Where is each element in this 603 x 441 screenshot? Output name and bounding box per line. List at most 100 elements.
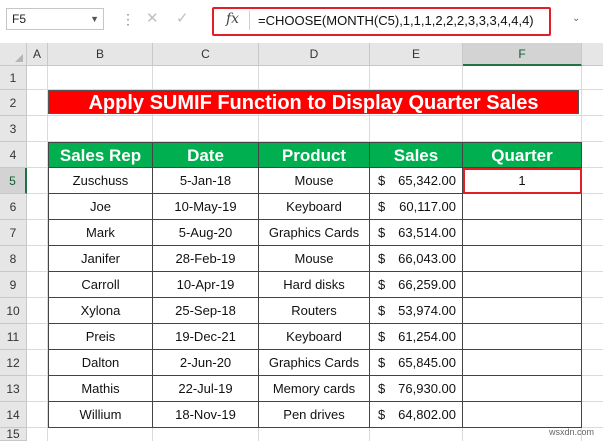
cell-date[interactable]: 10-May-19	[153, 194, 259, 220]
row-header-13[interactable]: 13	[0, 376, 27, 402]
sales-amount: 64,802.00	[398, 407, 456, 422]
sales-amount: 66,043.00	[398, 251, 456, 266]
cell-sales[interactable]: $61,254.00	[370, 324, 463, 350]
vertical-dots-icon[interactable]: ⋮	[121, 10, 135, 28]
cell-product[interactable]: Pen drives	[259, 402, 370, 428]
cell-sales-rep[interactable]: Preis	[48, 324, 153, 350]
cell-date[interactable]: 5-Jan-18	[153, 168, 259, 194]
row-header-14[interactable]: 14	[0, 402, 27, 428]
row-header-9[interactable]: 9	[0, 272, 27, 298]
currency-symbol: $	[378, 329, 386, 344]
column-header-a[interactable]: A	[27, 43, 48, 66]
cell-product[interactable]: Keyboard	[259, 194, 370, 220]
cell-sales-rep[interactable]: Janifer	[48, 246, 153, 272]
cell-quarter[interactable]	[463, 350, 582, 376]
cell-sales[interactable]: $65,845.00	[370, 350, 463, 376]
cell-sales-rep[interactable]: Willium	[48, 402, 153, 428]
cell-product[interactable]: Routers	[259, 298, 370, 324]
cell-quarter[interactable]	[463, 194, 582, 220]
cell-quarter[interactable]	[463, 220, 582, 246]
cell-product[interactable]: Mouse	[259, 246, 370, 272]
cell-date[interactable]: 19-Dec-21	[153, 324, 259, 350]
cell-quarter[interactable]	[463, 324, 582, 350]
cell-sales-rep[interactable]: Carroll	[48, 272, 153, 298]
header-quarter[interactable]: Quarter	[463, 142, 582, 168]
row-header-4[interactable]: 4	[0, 142, 27, 168]
row-header-1[interactable]: 1	[0, 66, 27, 90]
cell-date[interactable]: 22-Jul-19	[153, 376, 259, 402]
insert-function-icon[interactable]: fx	[226, 11, 239, 27]
cell-quarter[interactable]	[463, 402, 582, 428]
cell-date[interactable]: 10-Apr-19	[153, 272, 259, 298]
sales-amount: 65,342.00	[398, 173, 456, 188]
row-header-8[interactable]: 8	[0, 246, 27, 272]
cancel-icon[interactable]: ✕	[146, 9, 159, 27]
header-sales[interactable]: Sales	[370, 142, 463, 168]
header-date[interactable]: Date	[153, 142, 259, 168]
column-header-f[interactable]: F	[463, 43, 582, 66]
row-header-2[interactable]: 2	[0, 90, 27, 116]
cell-sales[interactable]: $63,514.00	[370, 220, 463, 246]
cell-product[interactable]: Graphics Cards	[259, 220, 370, 246]
cell-sales[interactable]: $76,930.00	[370, 376, 463, 402]
select-all-button[interactable]	[0, 43, 27, 66]
gridline	[27, 115, 603, 116]
cell-sales-rep[interactable]: Joe	[48, 194, 153, 220]
currency-symbol: $	[378, 173, 386, 188]
column-header-b[interactable]: B	[48, 43, 153, 66]
row-header-15[interactable]: 15	[0, 428, 27, 441]
cell-sales-rep[interactable]: Dalton	[48, 350, 153, 376]
cell-sales-rep[interactable]: Zuschuss	[48, 168, 153, 194]
row-header-3[interactable]: 3	[0, 116, 27, 142]
currency-symbol: $	[378, 407, 386, 422]
cell-date[interactable]: 28-Feb-19	[153, 246, 259, 272]
column-header-d[interactable]: D	[259, 43, 370, 66]
cell-product[interactable]: Graphics Cards	[259, 350, 370, 376]
row-header-6[interactable]: 6	[0, 194, 27, 220]
cell-product[interactable]: Memory cards	[259, 376, 370, 402]
cell-sales[interactable]: $66,259.00	[370, 272, 463, 298]
cell-quarter[interactable]	[463, 298, 582, 324]
sales-amount: 65,845.00	[398, 355, 456, 370]
cell-sales-rep[interactable]: Xylona	[48, 298, 153, 324]
cell-sales[interactable]: $53,974.00	[370, 298, 463, 324]
cell-date[interactable]: 25-Sep-18	[153, 298, 259, 324]
row-header-10[interactable]: 10	[0, 298, 27, 324]
header-product[interactable]: Product	[259, 142, 370, 168]
check-icon[interactable]: ✓	[176, 9, 189, 27]
row-header-5[interactable]: 5	[0, 168, 27, 194]
cell-sales[interactable]: $65,342.00	[370, 168, 463, 194]
currency-symbol: $	[378, 355, 386, 370]
cell-date[interactable]: 5-Aug-20	[153, 220, 259, 246]
formula-bar: F5 ▼ ⋮ ✕ ✓ fx =CHOOSE(MONTH(C5),1,1,1,2,…	[0, 0, 603, 43]
currency-symbol: $	[378, 251, 386, 266]
watermark: wsxdn.com	[549, 427, 595, 437]
cell-quarter[interactable]	[463, 246, 582, 272]
column-header-e[interactable]: E	[370, 43, 463, 66]
cell-product[interactable]: Mouse	[259, 168, 370, 194]
sheet-title[interactable]: Apply SUMIF Function to Display Quarter …	[48, 90, 579, 114]
cell-date[interactable]: 2-Jun-20	[153, 350, 259, 376]
formula-input[interactable]: =CHOOSE(MONTH(C5),1,1,1,2,2,2,3,3,3,4,4,…	[258, 13, 534, 28]
cell-quarter[interactable]	[463, 272, 582, 298]
row-header-11[interactable]: 11	[0, 324, 27, 350]
formula-separator	[249, 11, 250, 30]
cell-sales[interactable]: $60,117.00	[370, 194, 463, 220]
currency-symbol: $	[378, 199, 386, 214]
cell-sales-rep[interactable]: Mathis	[48, 376, 153, 402]
expand-formula-bar-icon[interactable]: ⌄	[572, 13, 580, 24]
row-header-12[interactable]: 12	[0, 350, 27, 376]
name-box[interactable]: F5 ▼	[6, 8, 104, 30]
row-header-7[interactable]: 7	[0, 220, 27, 246]
chevron-down-icon[interactable]: ▼	[90, 9, 99, 29]
cell-sales[interactable]: $64,802.00	[370, 402, 463, 428]
cell-sales[interactable]: $66,043.00	[370, 246, 463, 272]
sales-amount: 61,254.00	[398, 329, 456, 344]
header-sales-rep[interactable]: Sales Rep	[48, 142, 153, 168]
cell-product[interactable]: Keyboard	[259, 324, 370, 350]
cell-product[interactable]: Hard disks	[259, 272, 370, 298]
cell-sales-rep[interactable]: Mark	[48, 220, 153, 246]
column-header-c[interactable]: C	[153, 43, 259, 66]
cell-quarter[interactable]	[463, 376, 582, 402]
cell-date[interactable]: 18-Nov-19	[153, 402, 259, 428]
